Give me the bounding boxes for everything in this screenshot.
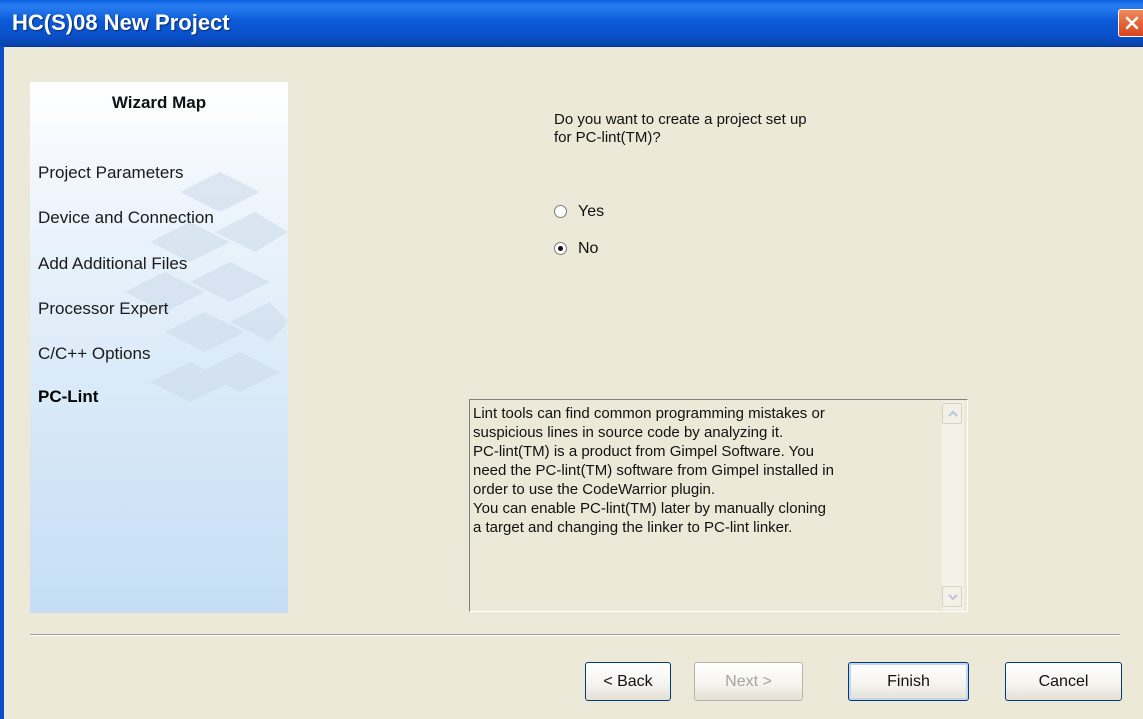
vertical-scrollbar[interactable] (942, 401, 964, 610)
scroll-up-arrow-icon (948, 410, 958, 417)
wizard-step-processor-expert: Processor Expert (38, 299, 169, 318)
scroll-down-arrow-icon (948, 594, 958, 601)
info-text: Lint tools can find common programming m… (473, 405, 834, 536)
wizard-step-project-parameters: Project Parameters (38, 163, 184, 182)
wizard-step-cc-options: C/C++ Options (38, 344, 151, 363)
question-line-2: for PC-lint(TM)? (554, 129, 661, 146)
back-button[interactable]: < Back (585, 662, 671, 701)
window-frame (0, 46, 4, 719)
separator-line (30, 634, 1120, 636)
wizard-step-pc-lint: PC-Lint (38, 387, 99, 406)
wizard-map-title: Wizard Map (111, 93, 207, 112)
radio-yes[interactable] (554, 205, 567, 218)
wizard-map-panel: Wizard Map Project Parameters Device and… (30, 82, 288, 613)
close-icon (1125, 16, 1139, 30)
window-title: HC(S)08 New Project (12, 10, 230, 35)
info-text-box[interactable]: Lint tools can find common programming m… (469, 399, 968, 612)
scroll-up-button[interactable] (942, 403, 962, 424)
radio-no[interactable] (554, 242, 567, 255)
scroll-down-button[interactable] (942, 586, 962, 607)
radio-yes-label[interactable]: Yes (578, 203, 604, 221)
finish-button[interactable]: Finish (848, 662, 969, 701)
close-button[interactable] (1118, 9, 1143, 37)
radio-no-label[interactable]: No (578, 240, 598, 258)
wizard-step-device-and-connection: Device and Connection (38, 208, 214, 227)
title-bar: HC(S)08 New Project (0, 0, 1143, 47)
question-text: Do you want to create a project set up f… (554, 111, 807, 147)
next-button[interactable]: Next > (694, 662, 803, 701)
question-line-1: Do you want to create a project set up (554, 111, 807, 128)
cancel-button[interactable]: Cancel (1005, 662, 1122, 701)
wizard-step-add-additional-files: Add Additional Files (38, 254, 188, 273)
